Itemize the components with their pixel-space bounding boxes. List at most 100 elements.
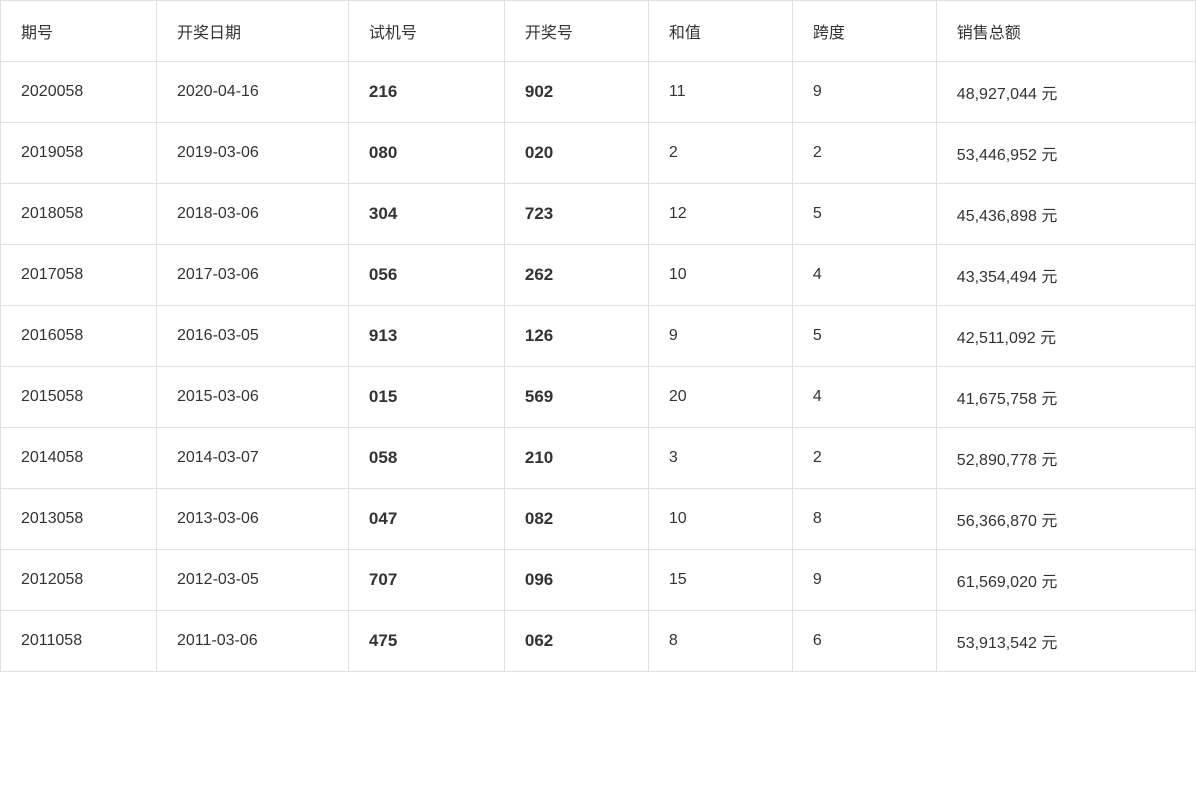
cell-kuadu: 9 (792, 550, 936, 611)
cell-qihao: 2020058 (1, 62, 157, 123)
table-row: 20150582015-03-0601556920441,675,758 元 (1, 367, 1196, 428)
table-row: 20180582018-03-06 304 723 12545,436,898 元 (1, 184, 1196, 245)
header-date: 开奖日期 (156, 1, 348, 62)
main-table-container: 期号开奖日期试机号开奖号和值跨度销售总额 20200582020-04-1621… (0, 0, 1196, 786)
cell-kaijang: 020 (504, 123, 648, 184)
table-row: 20110582011-03-06 475 062 8653,913,542 元 (1, 611, 1196, 672)
cell-hezhi: 15 (648, 550, 792, 611)
table-row: 20160582016-03-05 913 126 9542,511,092 元 (1, 306, 1196, 367)
cell-kuadu: 4 (792, 367, 936, 428)
cell-kaijang: 062 (504, 611, 648, 672)
kaijang-value: 902 (525, 82, 553, 101)
header-kuadu: 跨度 (792, 1, 936, 62)
shiji-value: 475 (369, 631, 397, 650)
cell-date: 2015-03-06 (156, 367, 348, 428)
cell-xiaoshou: 56,366,870 元 (936, 489, 1195, 550)
cell-hezhi: 10 (648, 245, 792, 306)
cell-date: 2016-03-05 (156, 306, 348, 367)
cell-hezhi: 2 (648, 123, 792, 184)
table-row: 20140582014-03-070582103252,890,778 元 (1, 428, 1196, 489)
kaijang-value: 126 (525, 326, 553, 345)
cell-xiaoshou: 53,913,542 元 (936, 611, 1195, 672)
cell-qihao: 2019058 (1, 123, 157, 184)
cell-date: 2018-03-06 (156, 184, 348, 245)
cell-qihao: 2011058 (1, 611, 157, 672)
cell-date: 2012-03-05 (156, 550, 348, 611)
cell-hezhi: 11 (648, 62, 792, 123)
header-hezhi: 和值 (648, 1, 792, 62)
cell-xiaoshou: 42,511,092 元 (936, 306, 1195, 367)
shiji-value: 913 (369, 326, 397, 345)
table-row: 20130582013-03-0604708210856,366,870 元 (1, 489, 1196, 550)
cell-qihao: 2018058 (1, 184, 157, 245)
table-row: 20170582017-03-06 056 26210443,354,494 元 (1, 245, 1196, 306)
cell-date: 2014-03-07 (156, 428, 348, 489)
shiji-value: 304 (369, 204, 397, 223)
shiji-value: 216 (369, 82, 397, 101)
cell-date: 2017-03-06 (156, 245, 348, 306)
cell-shiji: 056 (348, 245, 504, 306)
cell-hezhi: 3 (648, 428, 792, 489)
header-qihao: 期号 (1, 1, 157, 62)
cell-qihao: 2016058 (1, 306, 157, 367)
shiji-value: 056 (369, 265, 397, 284)
cell-hezhi: 20 (648, 367, 792, 428)
shiji-value: 080 (369, 143, 397, 162)
kaijang-value: 020 (525, 143, 553, 162)
table-row: 20120582012-03-05 707 096 15961,569,020 元 (1, 550, 1196, 611)
header-shiji: 试机号 (348, 1, 504, 62)
cell-shiji: 216 (348, 62, 504, 123)
cell-date: 2020-04-16 (156, 62, 348, 123)
cell-kaijang: 262 (504, 245, 648, 306)
cell-shiji: 080 (348, 123, 504, 184)
shiji-value: 058 (369, 448, 397, 467)
cell-xiaoshou: 61,569,020 元 (936, 550, 1195, 611)
cell-kaijang: 902 (504, 62, 648, 123)
cell-qihao: 2012058 (1, 550, 157, 611)
cell-xiaoshou: 43,354,494 元 (936, 245, 1195, 306)
cell-xiaoshou: 45,436,898 元 (936, 184, 1195, 245)
table-row: 20200582020-04-16 216 902 11948,927,044 元 (1, 62, 1196, 123)
cell-date: 2011-03-06 (156, 611, 348, 672)
shiji-value: 015 (369, 387, 397, 406)
cell-kuadu: 5 (792, 306, 936, 367)
cell-kaijang: 126 (504, 306, 648, 367)
cell-shiji: 015 (348, 367, 504, 428)
cell-shiji: 058 (348, 428, 504, 489)
cell-hezhi: 12 (648, 184, 792, 245)
kaijang-value: 723 (525, 204, 553, 223)
cell-date: 2013-03-06 (156, 489, 348, 550)
shiji-value: 707 (369, 570, 397, 589)
cell-kaijang: 569 (504, 367, 648, 428)
cell-xiaoshou: 53,446,952 元 (936, 123, 1195, 184)
cell-kuadu: 5 (792, 184, 936, 245)
table-header-row: 期号开奖日期试机号开奖号和值跨度销售总额 (1, 1, 1196, 62)
cell-qihao: 2014058 (1, 428, 157, 489)
cell-kaijang: 082 (504, 489, 648, 550)
cell-qihao: 2015058 (1, 367, 157, 428)
cell-kuadu: 6 (792, 611, 936, 672)
cell-shiji: 475 (348, 611, 504, 672)
kaijang-value: 062 (525, 631, 553, 650)
kaijang-value: 096 (525, 570, 553, 589)
cell-kuadu: 4 (792, 245, 936, 306)
cell-shiji: 913 (348, 306, 504, 367)
header-xiaoshou: 销售总额 (936, 1, 1195, 62)
cell-hezhi: 8 (648, 611, 792, 672)
cell-hezhi: 9 (648, 306, 792, 367)
cell-xiaoshou: 48,927,044 元 (936, 62, 1195, 123)
lottery-table: 期号开奖日期试机号开奖号和值跨度销售总额 20200582020-04-1621… (0, 0, 1196, 672)
cell-kuadu: 2 (792, 123, 936, 184)
kaijang-value: 569 (525, 387, 553, 406)
cell-xiaoshou: 52,890,778 元 (936, 428, 1195, 489)
cell-qihao: 2017058 (1, 245, 157, 306)
cell-kuadu: 9 (792, 62, 936, 123)
cell-hezhi: 10 (648, 489, 792, 550)
cell-qihao: 2013058 (1, 489, 157, 550)
cell-kuadu: 2 (792, 428, 936, 489)
table-row: 20190582019-03-060800202253,446,952 元 (1, 123, 1196, 184)
cell-shiji: 707 (348, 550, 504, 611)
cell-shiji: 304 (348, 184, 504, 245)
cell-date: 2019-03-06 (156, 123, 348, 184)
header-kaijang: 开奖号 (504, 1, 648, 62)
